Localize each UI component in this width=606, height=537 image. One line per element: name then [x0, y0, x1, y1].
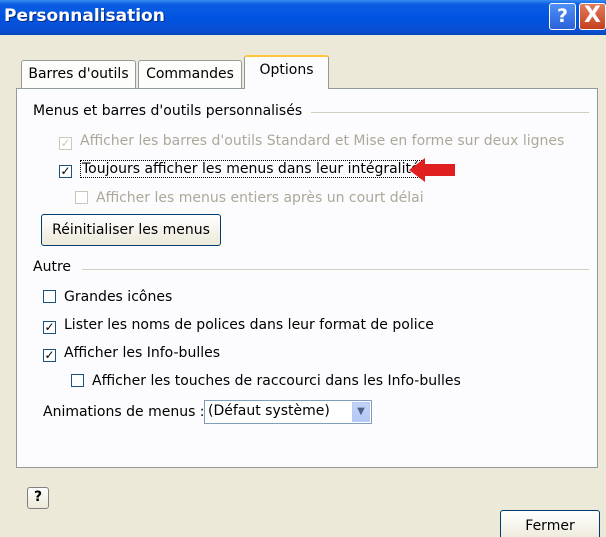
checkbox-checked-icon: ✓: [59, 164, 72, 178]
tab-label: Commandes: [146, 66, 234, 82]
button-label: Fermer: [525, 518, 575, 534]
close-dialog-button[interactable]: Fermer: [500, 510, 600, 537]
option-large-icons[interactable]: Grandes icônes: [43, 289, 172, 309]
option-two-lines[interactable]: ✓ Afficher les barres d'outils Standard e…: [59, 133, 564, 153]
select-value: (Défaut système): [208, 403, 330, 419]
checkbox-checked-icon: ✓: [43, 348, 56, 362]
close-button[interactable]: X: [579, 3, 606, 30]
option-show-tooltips[interactable]: ✓ Afficher les Info-bulles: [43, 345, 220, 365]
triangle-down-icon[interactable]: ▼: [352, 402, 370, 422]
tab-toolbars[interactable]: Barres d'outils: [21, 60, 136, 88]
title-bar[interactable]: Personnalisation ? X: [0, 0, 606, 35]
close-x-icon: X: [584, 3, 601, 28]
reset-menus-button[interactable]: Réinitialiser les menus: [41, 214, 221, 246]
group-menus-title: Menus et barres d'outils personnalisés: [33, 103, 303, 119]
checkbox-label: Afficher les touches de raccourci dans l…: [92, 373, 461, 389]
option-always-full-menus[interactable]: ✓ Toujours afficher les menus dans leur i…: [59, 160, 422, 181]
group-other-title: Autre: [33, 259, 72, 275]
checkbox-label: Afficher les Info-bulles: [64, 345, 221, 361]
animations-label: Animations de menus :: [43, 404, 205, 420]
checkbox-checked-icon: ✓: [43, 320, 56, 334]
animations-select[interactable]: (Défaut système) ▼: [204, 400, 372, 424]
tab-label: Options: [259, 62, 314, 78]
question-mark-icon: ?: [556, 5, 569, 27]
checkbox-label: Lister les noms de polices dans leur for…: [64, 317, 434, 333]
checkbox-checked-icon: ✓: [59, 136, 72, 150]
red-arrow-icon: [409, 158, 455, 182]
options-panel: Menus et barres d'outils personnalisés ✓…: [16, 88, 598, 468]
tab-label: Barres d'outils: [28, 66, 129, 82]
checkbox-label: Toujours afficher les menus dans leur in…: [80, 160, 422, 178]
option-font-preview[interactable]: ✓ Lister les noms de polices dans leur fo…: [43, 317, 434, 337]
help-button[interactable]: ?: [549, 3, 576, 30]
group-divider: [82, 269, 589, 270]
checkbox-icon: [71, 374, 84, 387]
question-mark-icon: ?: [33, 489, 43, 505]
checkbox-label: Afficher les menus entiers après un cour…: [96, 190, 424, 206]
option-shortcut-keys[interactable]: Afficher les touches de raccourci dans l…: [71, 373, 461, 393]
button-label: Réinitialiser les menus: [52, 222, 210, 238]
help-context-button[interactable]: ?: [27, 487, 49, 509]
option-delay-full-menus[interactable]: Afficher les menus entiers après un cour…: [75, 190, 424, 210]
group-divider: [311, 112, 589, 113]
tab-commands[interactable]: Commandes: [138, 60, 242, 88]
customize-dialog: Personnalisation ? X Barres d'outils Com…: [0, 0, 606, 537]
tab-options[interactable]: Options: [244, 55, 329, 89]
checkbox-icon: [75, 191, 88, 204]
checkbox-label: Afficher les barres d'outils Standard et…: [80, 133, 565, 149]
checkbox-label: Grandes icônes: [64, 289, 173, 305]
window-title: Personnalisation: [4, 6, 165, 26]
checkbox-icon: [43, 290, 56, 303]
